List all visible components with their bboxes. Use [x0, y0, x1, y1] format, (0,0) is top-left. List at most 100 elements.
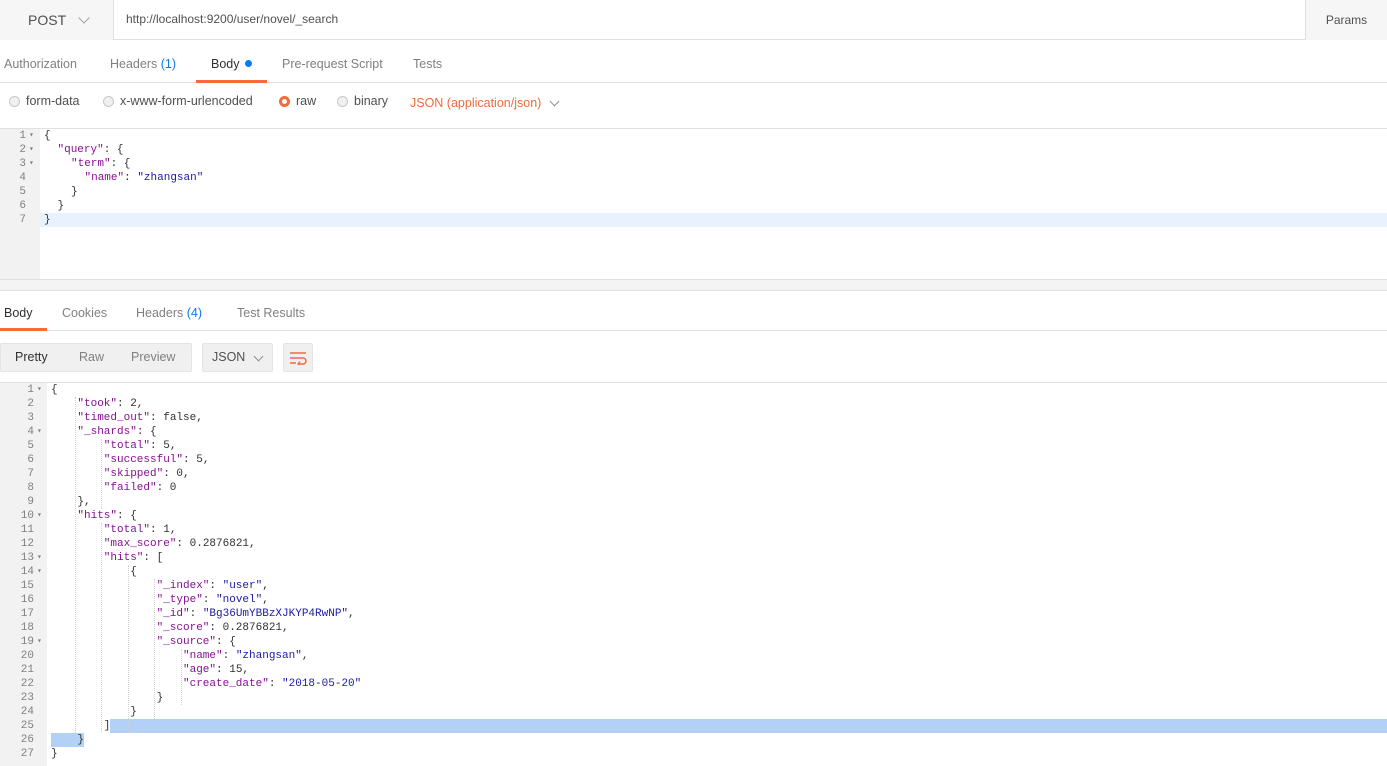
code-line: 3 "timed_out": false, — [0, 411, 1387, 425]
response-body-viewer[interactable]: 1 ▾{2 "took": 2, 3 "timed_out": false, 4 ▾ "_sh… — [0, 383, 1387, 766]
tab-pre-request-script[interactable]: Pre-request Script — [282, 57, 383, 71]
json-punctuation: : false, — [150, 412, 203, 424]
json-punctuation: : — [222, 650, 236, 662]
method-select[interactable]: POST — [0, 0, 114, 40]
line-number: 5 — [27, 440, 34, 452]
json-punctuation: : 0 — [156, 482, 177, 494]
wrap-lines-button[interactable] — [283, 343, 313, 372]
line-number: 1 — [27, 384, 34, 396]
response-format-select[interactable]: JSON — [202, 343, 273, 372]
content-type-label: JSON (application/json) — [410, 96, 542, 110]
code-line: 2 ▾ "query": { — [0, 143, 1387, 157]
json-punctuation: : 0.2876821, — [176, 538, 256, 550]
view-pretty-button[interactable]: Pretty — [15, 350, 48, 364]
json-key: "total" — [103, 440, 151, 452]
radio-x-www-form-urlencoded[interactable]: x-www-form-urlencoded — [103, 94, 253, 108]
json-string: "Bg36UmYBBzXJKYP4RwNP" — [202, 608, 349, 620]
tab-label: Pre-request Script — [282, 57, 383, 71]
fold-arrow-icon[interactable]: ▾ — [37, 509, 42, 523]
radio-binary[interactable]: binary — [337, 94, 388, 108]
code-line: 12 "max_score": 0.2876821, — [0, 537, 1387, 551]
code-line: 9}, — [0, 495, 1387, 509]
tab-response-headers[interactable]: Headers (4) — [136, 306, 202, 320]
code-line: 4 ▾ "_shards": { — [0, 425, 1387, 439]
code-text: "failed": 0 — [104, 481, 177, 495]
json-key: "term" — [71, 158, 111, 170]
code-line: 3 ▾ "term": { — [0, 157, 1387, 171]
format-label: JSON — [212, 350, 246, 364]
json-punctuation: } — [51, 748, 58, 760]
fold-arrow-icon[interactable]: ▾ — [29, 129, 34, 143]
view-preview-button[interactable]: Preview — [131, 350, 175, 364]
code-text: "name": "zhangsan" — [85, 171, 204, 185]
request-body-editor[interactable]: 1 ▾{2 ▾ "query": {3 ▾ "term": {4 "name": "zhan… — [0, 129, 1387, 279]
fold-arrow-icon[interactable]: ▾ — [37, 635, 42, 649]
line-number: 9 — [27, 496, 34, 508]
tab-label: Authorization — [4, 57, 77, 71]
json-punctuation: : 2, — [117, 398, 144, 410]
tab-body[interactable]: Body — [211, 57, 252, 71]
params-button[interactable]: Params — [1305, 0, 1387, 40]
line-number: 15 — [20, 580, 34, 592]
json-key: "_shards" — [77, 426, 137, 438]
fold-arrow-icon[interactable]: ▾ — [37, 551, 42, 565]
line-number: 2 — [27, 398, 34, 410]
indent-guide — [101, 523, 102, 733]
tab-label: Body — [211, 57, 240, 71]
fold-arrow-icon[interactable]: ▾ — [29, 143, 34, 157]
pane-divider[interactable] — [0, 279, 1387, 291]
response-toolbar: Pretty Raw Preview JSON — [0, 331, 1387, 383]
content-type-select[interactable]: JSON (application/json) — [410, 96, 560, 110]
json-punctuation: , — [262, 594, 269, 606]
tab-response-body[interactable]: Body — [4, 306, 33, 320]
json-punctuation: { — [130, 566, 137, 578]
code-line: 6} — [0, 199, 1387, 213]
code-text: } — [44, 213, 51, 227]
tab-test-results[interactable]: Test Results — [237, 306, 305, 320]
code-text: } — [58, 199, 65, 213]
code-line: 15 "_index": "user", — [0, 579, 1387, 593]
code-line: 2 "took": 2, — [0, 397, 1387, 411]
fold-arrow-icon[interactable]: ▾ — [37, 425, 42, 439]
code-text: "create_date": "2018-05-20" — [183, 677, 361, 691]
json-punctuation: : — [268, 678, 283, 690]
json-punctuation: { — [44, 130, 51, 142]
json-key: "successful" — [103, 454, 184, 466]
view-raw-button[interactable]: Raw — [79, 350, 104, 364]
code-line: 11 "total": 1, — [0, 523, 1387, 537]
fold-arrow-icon[interactable]: ▾ — [37, 565, 42, 579]
code-line: 17 "_id": "Bg36UmYBBzXJKYP4RwNP", — [0, 607, 1387, 621]
code-text: { — [51, 383, 58, 397]
tab-headers[interactable]: Headers (1) — [110, 57, 176, 71]
radio-form-data[interactable]: form-data — [9, 94, 80, 108]
code-text: "_type": "novel", — [157, 593, 269, 607]
tab-authorization[interactable]: Authorization — [4, 57, 77, 71]
tab-label: Cookies — [62, 306, 108, 320]
code-text: } — [157, 691, 164, 705]
radio-raw[interactable]: raw — [279, 94, 316, 108]
line-number: 3 — [19, 158, 26, 170]
json-string: "2018-05-20" — [282, 678, 362, 690]
json-key: "skipped" — [103, 468, 164, 480]
tab-tests[interactable]: Tests — [413, 57, 442, 71]
code-line: 19 ▾ "_source": { — [0, 635, 1387, 649]
fold-arrow-icon[interactable]: ▾ — [29, 157, 34, 171]
tab-cookies[interactable]: Cookies — [62, 306, 107, 320]
code-line: 7} — [0, 213, 1387, 227]
json-punctuation: } — [57, 200, 65, 212]
json-punctuation: : 15, — [216, 664, 250, 676]
line-number: 11 — [20, 524, 34, 536]
fold-arrow-icon[interactable]: ▾ — [37, 383, 42, 397]
code-text: "hits": { — [77, 509, 136, 523]
json-key: "hits" — [103, 552, 144, 564]
code-line: 21 "age": 15, — [0, 663, 1387, 677]
code-text: "total": 1, — [104, 523, 177, 537]
line-number: 16 — [20, 594, 34, 606]
code-text: "timed_out": false, — [77, 411, 202, 425]
url-input[interactable]: http://localhost:9200/user/novel/_search — [126, 12, 338, 26]
code-text: { — [44, 129, 51, 143]
tab-label: Test Results — [237, 306, 306, 320]
json-punctuation: : — [202, 594, 217, 606]
json-punctuation: : 5, — [150, 440, 177, 452]
json-key: "name" — [183, 650, 223, 662]
